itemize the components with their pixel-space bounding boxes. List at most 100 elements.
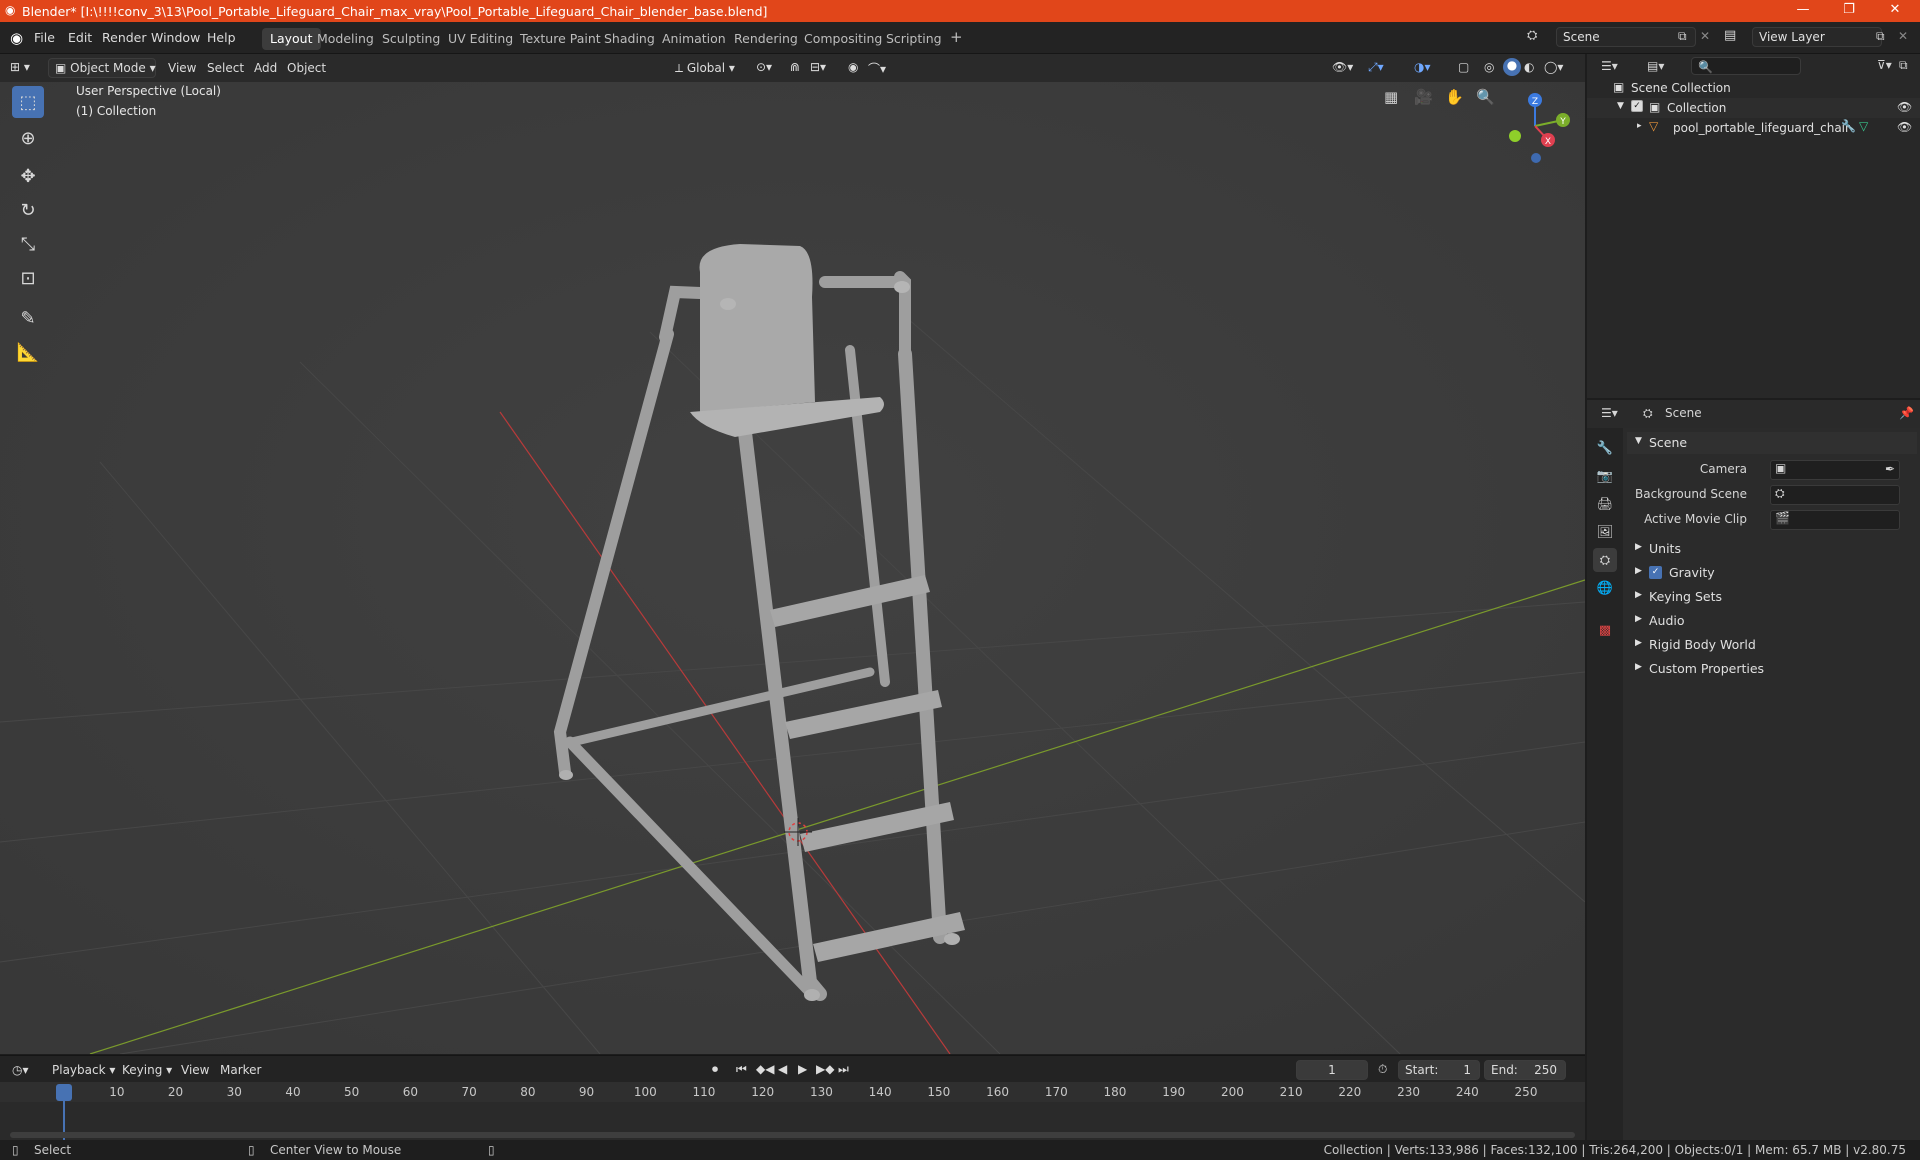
pivot-icon[interactable]: ⊙▾ bbox=[756, 60, 772, 74]
view-layer-field[interactable]: View Layer bbox=[1752, 27, 1882, 47]
outliner-row-scene-collection[interactable]: ▣ Scene Collection bbox=[1587, 78, 1920, 98]
stopwatch-icon[interactable]: ⏱ bbox=[1378, 1062, 1387, 1077]
move-icon[interactable]: ✥ bbox=[12, 160, 44, 192]
outliner-search-input[interactable]: 🔍 bbox=[1691, 57, 1801, 75]
snap-target-icon[interactable]: ⊟▾ bbox=[810, 60, 826, 74]
play-icon[interactable]: ▶ bbox=[798, 1062, 807, 1076]
tab-uv-editing[interactable]: UV Editing bbox=[440, 28, 521, 50]
expand-arrow-icon[interactable]: ▼ bbox=[1617, 101, 1624, 111]
new-collection-icon[interactable]: ⧉ bbox=[1899, 58, 1908, 73]
orientation-dropdown[interactable]: ⟂ Global ▾ bbox=[668, 58, 746, 78]
material-shading-icon[interactable]: ◐ bbox=[1524, 60, 1534, 74]
keying-sets-panel[interactable]: ▶ Keying Sets bbox=[1627, 586, 1917, 608]
jump-start-icon[interactable]: ⏮ bbox=[736, 1062, 747, 1077]
editor-type-icon[interactable]: ⊞ ▾ bbox=[10, 60, 30, 74]
menu-select[interactable]: Select bbox=[207, 61, 244, 75]
end-frame-field[interactable]: End: 250 bbox=[1484, 1060, 1566, 1080]
menu-playback[interactable]: Playback ▾ bbox=[52, 1063, 115, 1077]
render-tab-icon[interactable]: 📷 bbox=[1593, 464, 1617, 488]
new-scene-icon[interactable]: ⧉ bbox=[1678, 29, 1687, 44]
display-mode-icon[interactable]: ▤▾ bbox=[1647, 59, 1664, 73]
tab-rendering[interactable]: Rendering bbox=[726, 28, 806, 50]
pan-hand-icon[interactable]: ✋ bbox=[1445, 88, 1464, 106]
tab-modeling[interactable]: Modeling bbox=[309, 28, 382, 50]
menu-file[interactable]: File bbox=[34, 30, 55, 45]
next-keyframe-icon[interactable]: ▶◆ bbox=[816, 1062, 834, 1076]
gravity-panel[interactable]: ▶ ✓ Gravity bbox=[1627, 562, 1917, 584]
close-icon[interactable]: ✕ bbox=[1872, 2, 1918, 17]
wireframe-shading-icon[interactable]: ◎ bbox=[1484, 60, 1494, 74]
view-layer-tab-icon[interactable]: 🖼 bbox=[1593, 520, 1617, 544]
restore-icon[interactable]: ❐ bbox=[1826, 2, 1872, 17]
solid-shading-icon[interactable]: ● bbox=[1503, 58, 1521, 76]
tool-tab-icon[interactable]: 🔧 bbox=[1593, 436, 1617, 460]
prev-keyframe-icon[interactable]: ◆◀ bbox=[756, 1062, 774, 1076]
overlay-toggle-icon[interactable]: ◑▾ bbox=[1414, 60, 1431, 74]
annotate-icon[interactable]: ✎ bbox=[12, 302, 44, 334]
scale-icon[interactable]: ⤡ bbox=[12, 228, 44, 260]
mesh-data-icon[interactable]: ▽ bbox=[1859, 119, 1868, 133]
proportional-edit-icon[interactable]: ◉ bbox=[848, 60, 858, 74]
start-frame-field[interactable]: Start: 1 bbox=[1398, 1060, 1480, 1080]
tab-scripting[interactable]: Scripting bbox=[878, 28, 950, 50]
audio-panel[interactable]: ▶ Audio bbox=[1627, 610, 1917, 632]
gizmo-toggle-icon[interactable]: ⤢▾ bbox=[1368, 60, 1384, 75]
background-scene-field[interactable]: ⛭ bbox=[1770, 485, 1900, 505]
falloff-icon[interactable]: ⌒▾ bbox=[868, 60, 886, 77]
select-box-icon[interactable]: ⬚ bbox=[12, 86, 44, 118]
texture-tab-icon[interactable]: ▩ bbox=[1593, 618, 1617, 642]
minimize-icon[interactable]: — bbox=[1780, 2, 1826, 17]
add-workspace-icon[interactable]: + bbox=[942, 28, 971, 50]
zoom-icon[interactable]: 🔍 bbox=[1476, 88, 1495, 106]
menu-edit[interactable]: Edit bbox=[68, 30, 92, 45]
world-tab-icon[interactable]: 🌐 bbox=[1593, 576, 1617, 600]
jump-end-icon[interactable]: ⏭ bbox=[838, 1062, 849, 1077]
timeline-scrollbar[interactable] bbox=[10, 1132, 1575, 1138]
gravity-checkbox[interactable]: ✓ bbox=[1649, 566, 1662, 579]
measure-icon[interactable]: 📐 bbox=[12, 336, 44, 368]
visibility-icon[interactable]: 👁▾ bbox=[1332, 60, 1353, 74]
snap-icon[interactable]: ⋒ bbox=[790, 60, 800, 74]
menu-render[interactable]: Render bbox=[102, 30, 147, 45]
pin-icon[interactable]: 📌 bbox=[1899, 406, 1914, 420]
xray-icon[interactable]: ▢ bbox=[1458, 60, 1469, 74]
blender-menu-icon[interactable]: ◉ bbox=[10, 29, 23, 47]
tab-texture-paint[interactable]: Texture Paint bbox=[512, 28, 609, 50]
play-reverse-icon[interactable]: ◀ bbox=[778, 1062, 787, 1076]
delete-scene-icon[interactable]: ✕ bbox=[1700, 29, 1710, 43]
timeline-track[interactable]: 1102030405060708090100110120130140150160… bbox=[0, 1082, 1585, 1142]
rendered-shading-icon[interactable]: ◯▾ bbox=[1544, 60, 1563, 74]
eyedropper-icon[interactable]: ✒ bbox=[1885, 462, 1895, 476]
modifier-icon[interactable]: 🔧 bbox=[1841, 119, 1856, 133]
3d-viewport[interactable]: User Perspective (Local) (1) Collection … bbox=[0, 82, 1585, 1054]
menu-marker[interactable]: Marker bbox=[220, 1063, 261, 1077]
menu-keying[interactable]: Keying ▾ bbox=[122, 1063, 172, 1077]
menu-timeline-view[interactable]: View bbox=[181, 1063, 209, 1077]
current-frame-field[interactable]: 1 bbox=[1296, 1060, 1368, 1080]
expand-arrow-icon[interactable]: ▸ bbox=[1637, 121, 1642, 131]
cursor-icon[interactable]: ⊕ bbox=[12, 122, 44, 154]
filter-icon[interactable]: ⊽▾ bbox=[1877, 58, 1892, 72]
menu-window[interactable]: Window bbox=[151, 30, 200, 45]
timeline-editor-icon[interactable]: ◷▾ bbox=[12, 1063, 29, 1077]
outliner-row-collection[interactable]: ▼ ✓ ▣ Collection 👁 bbox=[1587, 98, 1920, 118]
camera-view-icon[interactable]: 🎥 bbox=[1414, 88, 1433, 106]
camera-field[interactable]: ▣ ✒ bbox=[1770, 460, 1900, 480]
tab-shading[interactable]: Shading bbox=[596, 28, 663, 50]
rotate-icon[interactable]: ↻ bbox=[12, 194, 44, 226]
transform-icon[interactable]: ⊡ bbox=[12, 262, 44, 294]
scene-field[interactable]: Scene bbox=[1556, 27, 1696, 47]
eye-icon[interactable]: 👁 bbox=[1897, 120, 1912, 134]
collection-checkbox[interactable]: ✓ bbox=[1631, 100, 1643, 112]
units-panel[interactable]: ▶ Units bbox=[1627, 538, 1917, 560]
scene-selector-icon[interactable]: ⛭ bbox=[1527, 28, 1537, 43]
menu-object[interactable]: Object bbox=[287, 61, 326, 75]
delete-view-layer-icon[interactable]: ✕ bbox=[1898, 29, 1908, 43]
view-layer-icon[interactable]: ▤ bbox=[1724, 28, 1736, 43]
tab-animation[interactable]: Animation bbox=[654, 28, 734, 50]
tab-sculpting[interactable]: Sculpting bbox=[374, 28, 448, 50]
menu-help[interactable]: Help bbox=[207, 30, 236, 45]
toggle-grid-icon[interactable]: ▦ bbox=[1384, 88, 1398, 106]
mode-dropdown[interactable]: ▣ Object Mode ▾ bbox=[48, 58, 156, 78]
outliner-row-object[interactable]: ▸ ▽ pool_portable_lifeguard_chair 🔧 ▽ 👁 bbox=[1587, 118, 1920, 138]
